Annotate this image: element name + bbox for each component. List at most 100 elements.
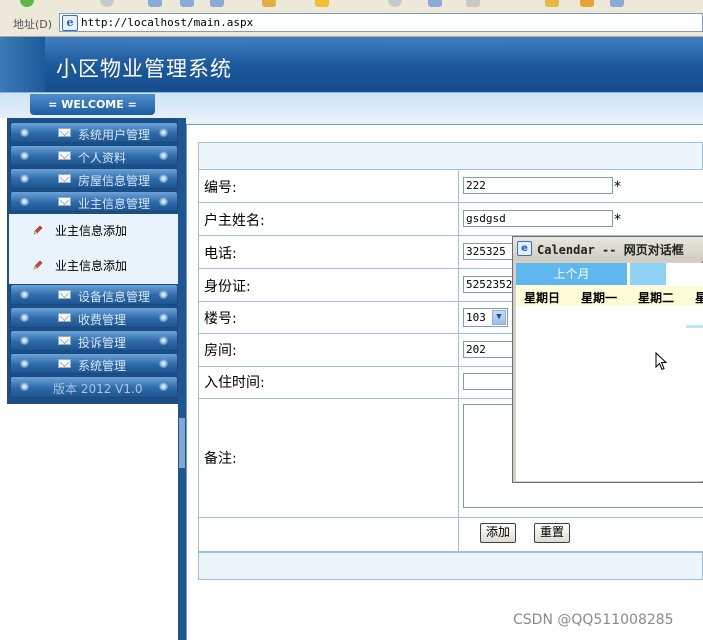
bullet-icon — [159, 336, 168, 345]
sidebar-item-label: 房屋信息管理 — [78, 174, 151, 188]
prev-month-button[interactable]: 上个月 — [516, 263, 627, 285]
calendar-day-cell[interactable] — [686, 325, 703, 328]
bullet-icon — [159, 313, 168, 322]
bullet-icon — [159, 197, 168, 206]
ie-page-icon: e — [517, 241, 532, 256]
bullet-icon — [20, 313, 29, 322]
bullet-icon — [20, 382, 29, 391]
watermark: CSDN @QQ511008285 — [513, 612, 674, 628]
sidebar-item-owners[interactable]: 业主信息管理 — [10, 191, 178, 212]
bullet-icon — [159, 128, 168, 137]
search-icon[interactable] — [262, 0, 276, 7]
print-icon[interactable] — [545, 0, 559, 7]
address-bar: 地址(D) e http://localhost/main.aspx — [0, 9, 703, 37]
sidebar-item-label: 系统管理 — [78, 359, 127, 373]
form-header-bar — [198, 142, 703, 170]
history-icon[interactable] — [428, 0, 442, 7]
sidebar-item-label: 个人资料 — [78, 151, 127, 165]
row-number: 编号: 222 * — [198, 170, 703, 203]
column-divider — [458, 203, 459, 235]
room-label: 房间: — [204, 343, 237, 359]
forward-icon[interactable] — [100, 0, 114, 7]
envelope-icon — [58, 359, 71, 368]
form-footer-bar — [198, 552, 703, 580]
weekday-tuesday: 星期二 — [638, 291, 675, 305]
envelope-icon — [58, 336, 71, 345]
column-divider — [458, 269, 459, 301]
calendar-title: Calendar -- 网页对话框 — [537, 243, 684, 257]
sidebar-item-profile[interactable]: 个人资料 — [10, 145, 178, 166]
column-divider — [458, 367, 459, 398]
remark-label: 备注: — [204, 451, 237, 467]
number-label: 编号: — [204, 180, 237, 196]
sidebar-item-label: 投诉管理 — [78, 336, 127, 350]
reset-button[interactable]: 重置 — [534, 523, 570, 543]
welcome-tab: = WELCOME = — [30, 94, 155, 115]
calendar-month-cell — [666, 263, 703, 285]
calendar-dialog: e Calendar -- 网页对话框 上个月 星期日 星期一 星期二 星 — [512, 236, 703, 483]
phone-label: 电话: — [204, 246, 237, 262]
bullet-icon — [159, 382, 168, 391]
sidebar-item-housing[interactable]: 房屋信息管理 — [10, 168, 178, 189]
building-select-value: 103 — [466, 311, 486, 324]
sidebar-item-label: 设备信息管理 — [78, 290, 151, 304]
pencil-icon — [33, 260, 43, 270]
discuss-icon[interactable] — [610, 0, 624, 7]
envelope-icon — [58, 128, 71, 137]
required-mark: * — [614, 179, 621, 195]
add-button[interactable]: 添加 — [480, 523, 516, 543]
address-url[interactable]: http://localhost/main.aspx — [81, 16, 253, 29]
weekday-sunday: 星期日 — [524, 291, 561, 305]
bullet-icon — [20, 336, 29, 345]
ie-page-icon: e — [62, 15, 78, 31]
bullet-icon — [159, 290, 168, 299]
mail-icon[interactable] — [466, 0, 480, 7]
owner-name-input[interactable]: gsdgsd — [463, 210, 613, 227]
sidebar-item-fees[interactable]: 收费管理 — [10, 307, 178, 328]
bullet-icon — [159, 151, 168, 160]
home-icon[interactable] — [210, 0, 224, 7]
building-select[interactable]: 103 ▼ — [463, 308, 508, 327]
sidebar-item-system[interactable]: 系统管理 — [10, 353, 178, 374]
bullet-icon — [20, 197, 29, 206]
chevron-down-icon[interactable]: ▼ — [492, 310, 506, 325]
stop-icon[interactable] — [148, 0, 162, 7]
id-card-label: 身份证: — [204, 279, 251, 295]
column-divider — [458, 399, 459, 517]
sidebar-item-equipment[interactable]: 设备信息管理 — [10, 284, 178, 305]
calendar-titlebar[interactable]: e Calendar -- 网页对话框 — [513, 237, 703, 261]
submenu-item-label: 业主信息添加 — [55, 224, 128, 238]
refresh-icon[interactable] — [180, 0, 194, 7]
column-divider — [458, 236, 459, 268]
column-divider — [458, 302, 459, 333]
app-banner: 小区物业管理系统 — [0, 37, 703, 92]
owners-submenu: 业主信息添加 业主信息添加 — [9, 214, 179, 284]
edit-icon[interactable] — [580, 0, 594, 7]
column-divider — [458, 170, 459, 202]
envelope-icon — [58, 174, 71, 183]
number-input[interactable]: 222 — [463, 177, 613, 194]
address-label: 地址(D) — [13, 18, 53, 31]
frame-divider[interactable] — [178, 118, 186, 640]
favorites-icon[interactable] — [315, 0, 329, 7]
bullet-icon — [159, 174, 168, 183]
back-icon[interactable] — [20, 0, 34, 7]
row-actions — [198, 518, 703, 552]
row-owner-name: 户主姓名: gsdgsd * — [198, 203, 703, 236]
banner-left-block — [0, 37, 45, 92]
sidebar-item-system-users[interactable]: 系统用户管理 — [10, 122, 178, 143]
column-divider — [458, 518, 459, 551]
sidebar-item-label: 系统用户管理 — [78, 128, 151, 142]
sidebar-item-complaints[interactable]: 投诉管理 — [10, 330, 178, 351]
envelope-icon — [58, 151, 71, 160]
weekday-monday: 星期一 — [581, 291, 618, 305]
frame-divider-handle[interactable] — [179, 418, 185, 468]
sidebar-item-label: 业主信息管理 — [78, 197, 151, 211]
move-in-label: 入住时间: — [204, 375, 265, 391]
submenu-item-label: 业主信息添加 — [55, 259, 128, 273]
media-icon[interactable] — [388, 0, 402, 7]
envelope-icon — [58, 313, 71, 322]
address-input[interactable]: e http://localhost/main.aspx — [59, 13, 703, 32]
pencil-icon — [33, 225, 43, 235]
sidebar-item-label: 收费管理 — [78, 313, 127, 327]
